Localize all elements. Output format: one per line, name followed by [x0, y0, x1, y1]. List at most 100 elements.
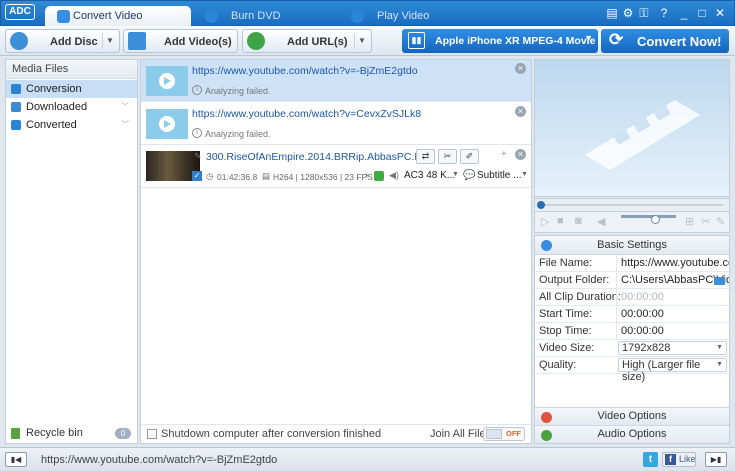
- gear-icon[interactable]: ⚙: [621, 6, 635, 20]
- wrench-icon[interactable]: ✎: [716, 215, 725, 228]
- setting-quality: Quality: High (Larger file size) ▼: [535, 357, 729, 383]
- seek-handle[interactable]: [537, 201, 545, 209]
- maximize-icon[interactable]: □: [695, 6, 709, 20]
- info-icon: i: [192, 128, 202, 138]
- chevron-down-icon[interactable]: ▼: [102, 33, 117, 49]
- basic-settings-header[interactable]: Basic Settings: [535, 236, 729, 255]
- subtitle-icon: 💬: [463, 170, 476, 181]
- chevron-down-icon: ▼: [716, 361, 723, 368]
- facebook-like-button[interactable]: f Like: [662, 452, 696, 467]
- snapshot-icon[interactable]: ⊞: [685, 215, 694, 228]
- checkbox[interactable]: ✓: [192, 171, 202, 181]
- info-icon: i: [192, 85, 202, 95]
- download-icon: [11, 102, 21, 112]
- sidebar-header: Media Files: [6, 60, 137, 79]
- film-reel-icon: [585, 100, 700, 170]
- chevron-down-icon[interactable]: ▼: [354, 33, 369, 49]
- play-video-icon: [351, 10, 364, 23]
- film-add-icon: [128, 32, 146, 50]
- tab-play-video[interactable]: Play Video: [339, 6, 479, 27]
- list-item[interactable]: https://www.youtube.com/watch?v=CevxZvSJ…: [141, 103, 531, 145]
- video-options-header[interactable]: Video Options: [535, 407, 729, 425]
- speaker-icon[interactable]: ◀: [597, 215, 605, 228]
- speaker-icon: ◀): [389, 170, 399, 180]
- key-icon[interactable]: ⚿: [637, 6, 651, 20]
- settings-panel: Basic Settings File Name: https://www.yo…: [534, 235, 730, 444]
- list-footer: Shutdown computer after conversion finis…: [141, 424, 531, 443]
- add-videos-button[interactable]: Add Video(s): [123, 29, 238, 53]
- add-urls-button[interactable]: Add URL(s) ▼: [242, 29, 372, 53]
- chevron-down-icon: ▼: [452, 171, 459, 178]
- convert-icon[interactable]: ⇄: [416, 149, 435, 164]
- feedback-icon[interactable]: ▤: [605, 6, 619, 20]
- settings-icon: [541, 240, 552, 251]
- profile-icon: ▮▮: [408, 32, 425, 49]
- convert-now-button[interactable]: ⟳ Convert Now!: [601, 29, 729, 53]
- remove-icon[interactable]: ×: [515, 63, 526, 74]
- play-icon[interactable]: ▷: [541, 215, 549, 228]
- recycle-bin[interactable]: Recycle bin 0: [6, 424, 137, 443]
- panel-toggle-icon[interactable]: ▶▮: [705, 452, 727, 467]
- edit-icon[interactable]: ✎: [194, 151, 202, 162]
- sidebar-item-downloaded[interactable]: Downloaded ﹀: [6, 98, 137, 116]
- stop-time-field[interactable]: 00:00:00: [616, 323, 729, 340]
- play-icon: [159, 73, 175, 89]
- stop-icon[interactable]: ■: [557, 215, 564, 227]
- refresh-icon: ⟳: [609, 30, 624, 49]
- burn-dvd-icon: [205, 10, 218, 23]
- chevron-down-icon: ▼: [716, 344, 723, 351]
- twitter-icon[interactable]: t: [643, 452, 658, 467]
- subtitle-select[interactable]: Subtitle ...: [477, 170, 521, 181]
- file-name-field[interactable]: https://www.youtube.com...: [616, 255, 729, 272]
- start-time-field[interactable]: 00:00:00: [616, 306, 729, 323]
- audio-options-icon: [541, 430, 552, 441]
- join-files-toggle[interactable]: OFF: [483, 427, 525, 441]
- setting-video-size: Video Size: 1792x828 ▼: [535, 340, 729, 357]
- sidebar-item-converted[interactable]: Converted ﹀: [6, 116, 137, 134]
- sidebar-item-conversion[interactable]: Conversion: [6, 80, 137, 98]
- tab-convert-video[interactable]: Convert Video: [45, 6, 191, 27]
- audio-options-header[interactable]: Audio Options: [535, 425, 729, 443]
- chevron-down-icon[interactable]: ﹀: [121, 116, 129, 134]
- shutdown-checkbox[interactable]: [147, 429, 157, 439]
- quality-select[interactable]: High (Larger file size) ▼: [618, 358, 727, 383]
- video-thumbnail: [146, 66, 188, 96]
- volume-slider[interactable]: [621, 215, 676, 218]
- film-icon: ▤: [262, 171, 271, 181]
- folder-icon[interactable]: [714, 277, 725, 285]
- remove-icon[interactable]: ×: [515, 106, 526, 117]
- video-preview: [534, 59, 730, 197]
- setting-file-name: File Name: https://www.youtube.com...: [535, 255, 729, 272]
- remove-icon[interactable]: ×: [515, 149, 526, 160]
- chevron-down-icon: ▼: [521, 171, 528, 178]
- status-bar: ▮◀ https://www.youtube.com/watch?v=-BjZm…: [0, 447, 735, 471]
- clip-duration-field: 00:00:00: [616, 289, 729, 306]
- setting-output-folder: Output Folder: C:\Users\AbbasPC\Vide...: [535, 272, 729, 289]
- audio-track-select[interactable]: AC3 48 K...: [404, 170, 455, 181]
- help-icon[interactable]: ?: [657, 6, 671, 20]
- queue-icon[interactable]: ▮◀: [5, 452, 27, 467]
- minimize-icon[interactable]: _: [677, 6, 691, 20]
- converted-icon: [11, 120, 21, 130]
- scissors-icon[interactable]: ✂: [438, 149, 457, 164]
- wand-icon[interactable]: ✐: [460, 149, 479, 164]
- chevron-down-icon: ▼: [584, 33, 593, 43]
- setting-stop-time: Stop Time: 00:00:00: [535, 323, 729, 340]
- seek-bar[interactable]: [534, 198, 730, 212]
- camera-icon[interactable]: ◙: [575, 215, 582, 227]
- chevron-down-icon[interactable]: ﹀: [121, 98, 129, 116]
- player-controls: ▷ ■ ◙ ◀ ⊞ ✂ ✎: [534, 212, 730, 233]
- tab-burn-dvd[interactable]: Burn DVD: [193, 6, 333, 27]
- volume-handle[interactable]: [651, 215, 660, 224]
- list-item[interactable]: ✎ 300.RiseOfAnEmpire.2014.BRRip.AbbasPC.…: [141, 146, 531, 188]
- play-icon: [159, 116, 175, 132]
- plus-icon[interactable]: +: [501, 149, 507, 160]
- close-icon[interactable]: ✕: [713, 6, 727, 20]
- scissors-icon[interactable]: ✂: [701, 215, 710, 228]
- add-disc-button[interactable]: Add Disc ▼: [5, 29, 120, 53]
- list-item[interactable]: https://www.youtube.com/watch?v=-BjZmE2g…: [141, 60, 531, 102]
- output-profile-select[interactable]: ▮▮ Apple iPhone XR MPEG-4 Movie (*.m... …: [402, 29, 627, 53]
- video-size-select[interactable]: 1792x828 ▼: [618, 341, 727, 355]
- title-bar: ADC Convert Video Burn DVD Play Video ▤ …: [0, 0, 735, 27]
- output-folder-field[interactable]: C:\Users\AbbasPC\Vide...: [616, 272, 729, 289]
